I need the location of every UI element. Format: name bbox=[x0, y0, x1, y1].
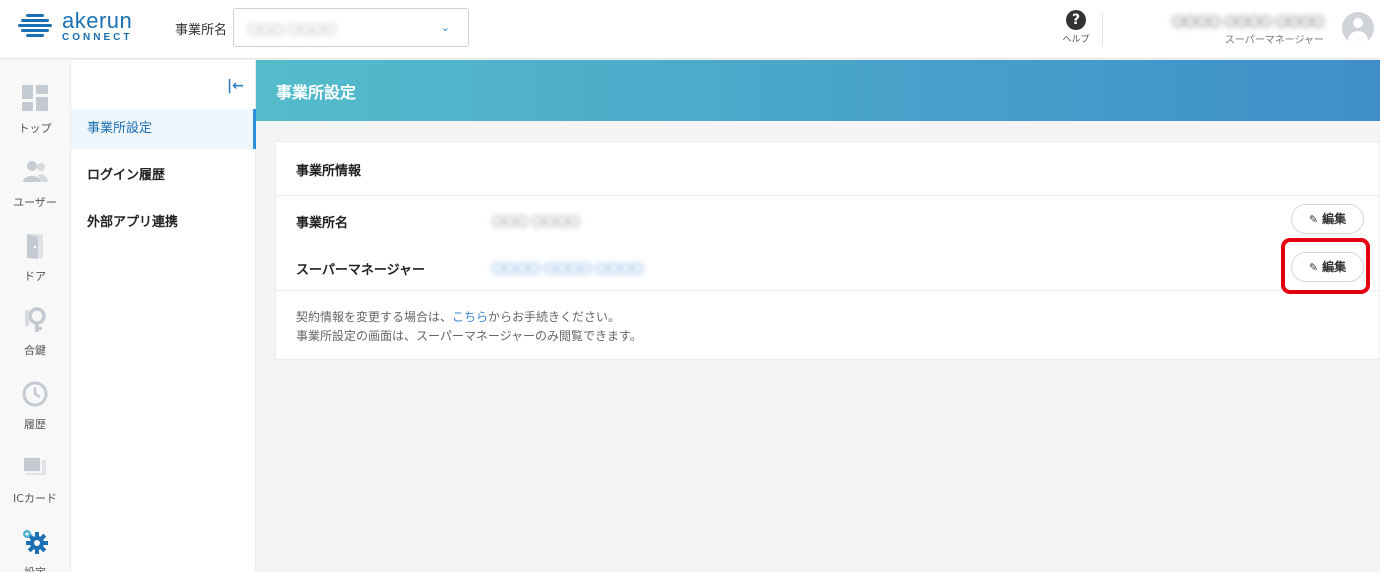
rail-item-users[interactable]: ユーザー bbox=[0, 158, 70, 226]
edit-office-name-button[interactable]: ✎ 編集 bbox=[1291, 204, 1364, 234]
rail-label-history: 履歴 bbox=[24, 418, 46, 431]
rail-item-top[interactable]: トップ bbox=[0, 84, 70, 152]
akerun-logo[interactable]: akerun CONNECT bbox=[18, 8, 138, 48]
rail-item-key[interactable]: 合鍵 bbox=[0, 306, 70, 374]
office-name-value: 〇〇〇 〇〇〇〇 bbox=[492, 215, 580, 229]
rail-item-history[interactable]: 履歴 bbox=[0, 380, 70, 448]
ic-card-icon bbox=[22, 456, 46, 475]
edit-label: 編集 bbox=[1322, 212, 1347, 226]
collapse-icon[interactable]: |← bbox=[227, 78, 244, 94]
user-name[interactable]: 〇〇〇〇 〇〇〇〇 〇〇〇〇 bbox=[1144, 13, 1324, 30]
chevron-down-icon: ⌄ bbox=[440, 21, 450, 34]
help-button[interactable]: ? ヘルプ bbox=[1058, 10, 1094, 50]
avatar-body bbox=[1348, 31, 1368, 44]
office-name-label: 事業所名 bbox=[296, 216, 349, 231]
rail-label-key: 合鍵 bbox=[24, 344, 46, 357]
highlight-box bbox=[1281, 238, 1370, 294]
grid-icon bbox=[22, 85, 48, 111]
user-role: スーパーマネージャー bbox=[1224, 35, 1324, 46]
settings-subnav: |← 事業所設定 ログイン履歴 外部アプリ連携 bbox=[71, 60, 256, 572]
subnav-item-external-apps[interactable]: 外部アプリ連携 bbox=[71, 203, 256, 243]
subnav-item-login-history[interactable]: ログイン履歴 bbox=[71, 156, 256, 196]
card-divider bbox=[276, 195, 1380, 196]
super-manager-value[interactable]: 〇〇〇〇 〇〇〇〇 〇〇〇〇 bbox=[492, 260, 644, 277]
office-label: 事業所名 bbox=[175, 23, 228, 38]
card-title: 事業所情報 bbox=[296, 164, 362, 179]
help-label: ヘルプ bbox=[1062, 35, 1090, 45]
permission-note: 事業所設定の画面は、スーパーマネージャーのみ閲覧できます。 bbox=[296, 329, 642, 343]
icon-rail: トップ ユーザー ドア 合鍵 履歴 ICカード bbox=[0, 60, 71, 572]
history-icon bbox=[22, 381, 48, 407]
top-header: akerun CONNECT 事業所名 〇〇〇 〇〇〇〇 ⌄ ? ヘルプ 〇〇〇… bbox=[0, 0, 1380, 59]
rail-item-ic-card[interactable]: ICカード bbox=[0, 454, 70, 522]
logo-sub: CONNECT bbox=[62, 32, 133, 43]
key-icon bbox=[25, 307, 46, 332]
contract-link[interactable]: こちら bbox=[452, 310, 488, 324]
office-select[interactable]: 〇〇〇 〇〇〇〇 ⌄ bbox=[233, 8, 469, 47]
help-icon: ? bbox=[1066, 10, 1086, 30]
page-title: 事業所設定 bbox=[276, 83, 357, 102]
subnav-item-office-settings[interactable]: 事業所設定 bbox=[71, 109, 256, 149]
note-text: からお手続きください。 bbox=[488, 310, 621, 324]
door-icon bbox=[27, 234, 43, 259]
office-select-value: 〇〇〇 〇〇〇〇 bbox=[248, 23, 336, 37]
note-text: 契約情報を変更する場合は、 bbox=[296, 310, 453, 324]
super-manager-label: スーパーマネージャー bbox=[296, 263, 425, 278]
logo-name: akerun bbox=[62, 8, 133, 33]
card-divider bbox=[276, 290, 1380, 291]
avatar-head bbox=[1353, 18, 1363, 28]
rail-label-settings: 設定 bbox=[0, 564, 70, 572]
logo-mark-icon bbox=[18, 14, 52, 37]
contract-note: 契約情報を変更する場合は、こちらからお手続きください。 bbox=[296, 308, 620, 325]
users-icon bbox=[23, 161, 48, 182]
rail-item-door[interactable]: ドア bbox=[0, 232, 70, 300]
rail-label-ic-card: ICカード bbox=[13, 492, 57, 505]
rail-label-top: トップ bbox=[18, 122, 52, 135]
page-banner: 事業所設定 bbox=[256, 60, 1380, 121]
office-info-card: 事業所情報 事業所名 〇〇〇 〇〇〇〇 ✎ 編集 スーパーマネージャー 〇〇〇〇 … bbox=[275, 141, 1380, 360]
header-divider bbox=[1102, 12, 1103, 46]
rail-label-door: ドア bbox=[24, 270, 46, 283]
avatar[interactable] bbox=[1342, 12, 1374, 44]
rail-item-settings[interactable]: 設定 bbox=[0, 528, 70, 572]
pencil-icon: ✎ bbox=[1308, 213, 1319, 226]
gear-icon bbox=[23, 530, 48, 554]
rail-label-users: ユーザー bbox=[13, 196, 57, 209]
